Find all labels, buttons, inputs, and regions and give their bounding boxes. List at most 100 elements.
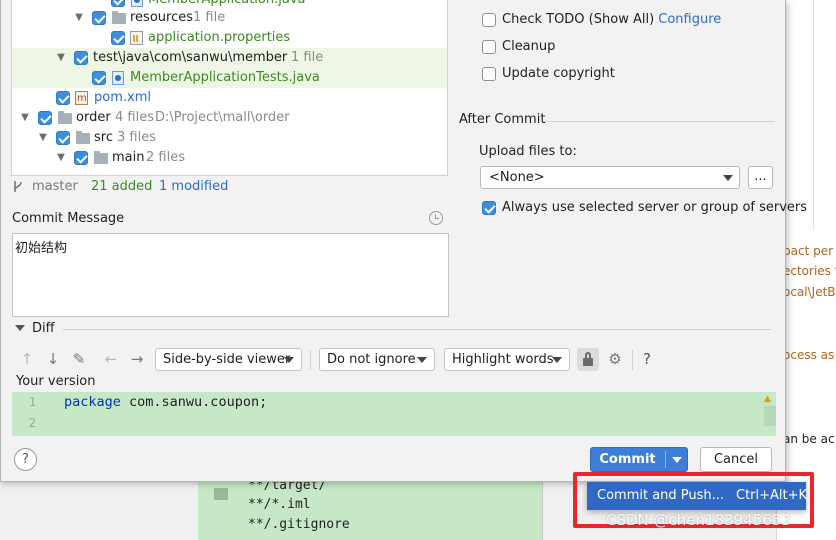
- collapse-triangle-icon[interactable]: [15, 325, 25, 331]
- diff-scrollbar[interactable]: [764, 406, 776, 426]
- cleanup-checkbox[interactable]: [482, 40, 496, 54]
- upload-target-value: <None>: [489, 170, 545, 185]
- folder-icon: [112, 11, 126, 24]
- split-divider: [665, 451, 666, 468]
- gear-icon[interactable]: ⚙: [605, 349, 625, 369]
- lock-icon[interactable]: [577, 348, 599, 371]
- line-number: 1: [28, 395, 36, 409]
- tree-row-name: src: [94, 130, 113, 145]
- branch-name[interactable]: master: [32, 178, 78, 196]
- watermark: CSDN @chen183945653: [606, 511, 791, 529]
- tree-row[interactable]: MemberApplicationTests.java: [12, 68, 447, 88]
- tree-row[interactable]: ▼ order 4 files D:\Project\mall\order: [12, 108, 447, 128]
- commit-button[interactable]: Commit: [590, 447, 688, 472]
- file-checkbox[interactable]: [111, 31, 125, 45]
- changed-files-tree[interactable]: MemberApplication.java ▼ resources 1 fil…: [11, 0, 448, 176]
- diff-help-icon[interactable]: ?: [637, 349, 657, 369]
- warning-icon[interactable]: ▲: [764, 394, 774, 404]
- always-use-server-label: Always use selected server or group of s…: [502, 200, 808, 215]
- tree-row-path: D:\Project\mall\order: [155, 110, 290, 125]
- diff-toolbar: ↑ ↓ ✎ ← → Side-by-side viewer Do not ign…: [13, 346, 773, 372]
- folder-icon: [94, 151, 108, 164]
- tree-row-name: test\java\com\sanwu\member: [93, 50, 288, 65]
- diff-code-view[interactable]: 1 package com.sanwu.coupon; 2 ▲: [12, 392, 776, 436]
- folder-checkbox[interactable]: [92, 11, 106, 25]
- properties-file-icon: [130, 31, 143, 45]
- check-todo-label: Check TODO (Show All) Configure: [502, 12, 722, 27]
- clock-icon[interactable]: [429, 211, 443, 225]
- update-copyright-label: Update copyright: [502, 66, 615, 81]
- chevron-down-icon[interactable]: ▼: [37, 128, 49, 148]
- chevron-down-icon[interactable]: [672, 457, 682, 463]
- folder-checkbox[interactable]: [38, 111, 52, 125]
- maven-file-icon: [75, 89, 88, 109]
- upload-browse-button[interactable]: ...: [748, 166, 773, 189]
- tree-row-name: main: [112, 150, 145, 165]
- background-divider: [542, 482, 543, 540]
- update-copyright-checkbox[interactable]: [482, 67, 496, 81]
- tree-row[interactable]: ▼ test\java\com\sanwu\member 1 file: [12, 48, 447, 68]
- chevron-down-icon[interactable]: ▼: [73, 8, 85, 28]
- highlight-mode-select[interactable]: Highlight words: [444, 348, 570, 371]
- tree-row-name: application.properties: [148, 30, 291, 45]
- viewer-mode-select[interactable]: Side-by-side viewer: [155, 348, 302, 371]
- arrow-up-icon[interactable]: ↑: [17, 349, 37, 369]
- chevron-down-icon: [723, 175, 733, 181]
- folder-checkbox[interactable]: [74, 51, 88, 65]
- toolbar-separator: [310, 350, 311, 370]
- tree-row-name: resources: [130, 10, 194, 25]
- file-checkbox[interactable]: [92, 71, 106, 85]
- tree-row-name: order: [76, 110, 111, 125]
- chevron-down-icon: [552, 357, 562, 363]
- toolbar-separator: [632, 350, 633, 370]
- upload-label: Upload files to:: [479, 144, 577, 159]
- file-checkbox[interactable]: [56, 91, 70, 105]
- pencil-icon[interactable]: ✎: [69, 349, 89, 369]
- chevron-down-icon: [417, 357, 427, 363]
- branch-icon: [14, 181, 22, 192]
- folder-checkbox[interactable]: [74, 151, 88, 165]
- your-version-label: Your version: [16, 374, 96, 389]
- background-code-line: **/.gitignore: [248, 517, 350, 532]
- code-line: package com.sanwu.coupon;: [64, 394, 267, 410]
- check-todo-checkbox[interactable]: [482, 13, 496, 27]
- added-count[interactable]: 21 added: [91, 178, 152, 196]
- tree-row-name: pom.xml: [94, 90, 151, 105]
- configure-link[interactable]: Configure: [658, 12, 721, 27]
- folder-checkbox[interactable]: [56, 131, 70, 145]
- diff-label: Diff: [32, 321, 55, 336]
- background-text-line: pact per: [783, 244, 834, 258]
- tree-row[interactable]: pom.xml: [12, 88, 447, 109]
- background-gutter-mark: [214, 488, 228, 500]
- viewer-mode-value: Side-by-side viewer: [163, 352, 291, 367]
- arrow-right-icon[interactable]: →: [127, 349, 147, 369]
- tree-row-count: 3 files: [117, 130, 156, 145]
- diff-section-header[interactable]: Diff: [13, 321, 771, 337]
- chevron-down-icon[interactable]: ▼: [19, 108, 31, 128]
- tree-row[interactable]: application.properties: [12, 28, 447, 48]
- chevron-down-icon[interactable]: ▼: [55, 148, 67, 168]
- arrow-down-icon[interactable]: ↓: [43, 349, 63, 369]
- background-code-line: **/*.iml: [248, 497, 311, 512]
- modified-count[interactable]: 1 modified: [159, 178, 228, 196]
- background-text-line: ocal\JetB: [783, 285, 836, 299]
- tree-row[interactable]: ▼ resources 1 file: [12, 8, 447, 28]
- chevron-down-icon: [284, 357, 294, 363]
- tree-row[interactable]: ▼ src 3 files: [12, 128, 447, 148]
- file-checkbox[interactable]: [111, 0, 125, 7]
- code-text: com.sanwu.coupon;: [120, 394, 268, 410]
- background-diff-area: **/target/ **/*.iml **/.gitignore: [198, 482, 542, 540]
- tree-row[interactable]: ▼ main 2 files: [12, 148, 447, 168]
- module-folder-icon: [58, 111, 72, 124]
- section-divider: [543, 121, 775, 122]
- arrow-left-icon[interactable]: ←: [101, 349, 121, 369]
- cancel-button[interactable]: Cancel: [700, 447, 772, 472]
- upload-target-select[interactable]: <None>: [480, 166, 740, 189]
- highlight-mode-value: Highlight words: [452, 352, 554, 367]
- chevron-down-icon[interactable]: ▼: [55, 48, 67, 68]
- help-button[interactable]: ?: [14, 448, 37, 471]
- ignore-whitespace-select[interactable]: Do not ignore: [319, 348, 435, 371]
- commit-dialog: MemberApplication.java ▼ resources 1 fil…: [0, 0, 807, 482]
- always-use-server-checkbox[interactable]: [482, 201, 496, 215]
- commit-message-input[interactable]: 初始结构: [12, 233, 449, 317]
